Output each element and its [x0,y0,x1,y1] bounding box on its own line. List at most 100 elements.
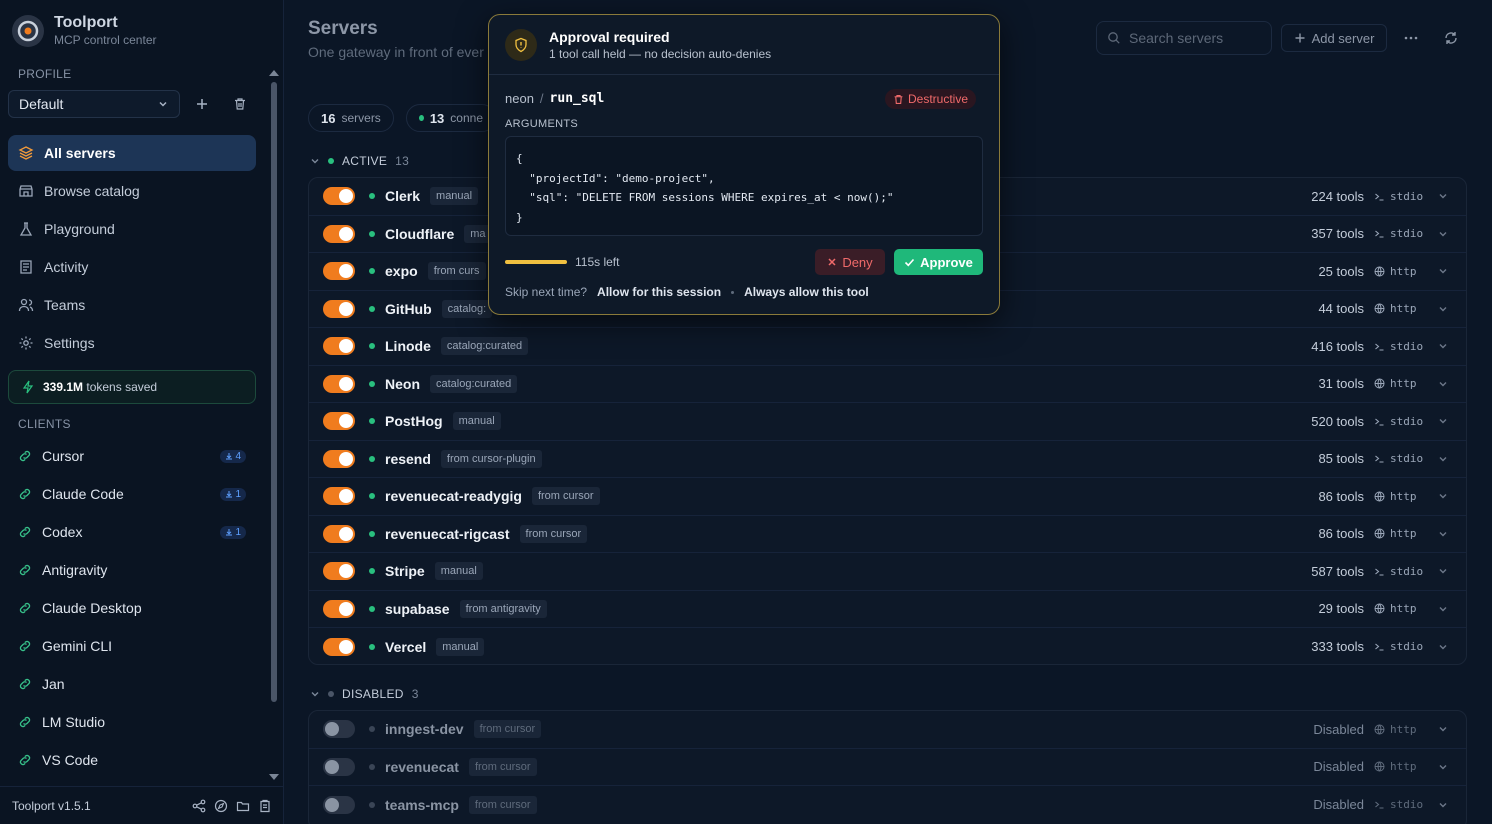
nav-item-playground[interactable]: Playground [8,211,256,247]
server-name[interactable]: Cloudflare [385,226,454,242]
folder-icon[interactable] [236,799,250,813]
server-toggle[interactable] [323,524,355,543]
server-toggle[interactable] [323,487,355,506]
server-toggle[interactable] [323,757,355,776]
nav-item-browse-catalog[interactable]: Browse catalog [8,173,256,209]
sidebar-scrollbar[interactable] [268,68,280,786]
server-name[interactable]: Linode [385,338,431,354]
transport-badge: stdio [1374,452,1426,465]
chevron-down-icon[interactable] [1436,265,1450,277]
terminal-icon [1375,343,1384,351]
chevron-down-icon[interactable] [1436,228,1450,240]
server-name[interactable]: teams-mcp [385,797,459,813]
chevron-down-icon[interactable] [1436,340,1450,352]
server-name[interactable]: Stripe [385,563,425,579]
chevron-down-icon[interactable] [1436,799,1450,811]
server-name[interactable]: revenuecat-readygig [385,488,522,504]
search-input[interactable]: Search servers [1096,21,1272,55]
chevron-down-icon[interactable] [1436,641,1450,653]
server-name[interactable]: revenuecat [385,759,459,775]
client-item-lm-studio[interactable]: LM Studio [8,703,256,741]
chevron-down-icon[interactable] [1436,453,1450,465]
active-group-header[interactable]: ACTIVE 13 [310,154,409,168]
approve-button[interactable]: Approve [894,249,983,275]
client-item-codex[interactable]: Codex 1 [8,513,256,551]
server-name[interactable]: revenuecat-rigcast [385,526,510,542]
server-toggle[interactable] [323,720,355,739]
server-name[interactable]: Clerk [385,188,420,204]
nav-label: Playground [44,221,115,237]
profile-select[interactable]: Default [8,90,180,118]
server-name[interactable]: Vercel [385,639,426,655]
chevron-down-icon[interactable] [1436,303,1450,315]
server-toggle[interactable] [323,374,355,393]
server-toggle[interactable] [323,795,355,814]
delete-profile-button[interactable] [229,93,251,115]
server-name[interactable]: resend [385,451,431,467]
server-name[interactable]: PostHog [385,413,443,429]
always-allow-link[interactable]: Always allow this tool [744,285,869,299]
client-item-gemini-cli[interactable]: Gemini CLI [8,627,256,665]
brand[interactable]: Toolport MCP control center [12,14,157,48]
deny-button[interactable]: Deny [815,249,885,275]
scroll-up-icon[interactable] [269,70,279,76]
chevron-down-icon[interactable] [1436,190,1450,202]
clients-label: CLIENTS [18,417,71,431]
more-options-button[interactable] [1402,30,1420,46]
server-toggle[interactable] [323,224,355,243]
server-name[interactable]: Neon [385,376,420,392]
server-toggle[interactable] [323,299,355,318]
scrollbar-thumb[interactable] [271,82,277,702]
compass-icon[interactable] [214,799,228,813]
chevron-down-icon[interactable] [1436,723,1450,735]
separator-dot [731,290,735,294]
share-icon[interactable] [192,799,206,813]
server-toggle[interactable] [323,637,355,656]
nav-item-activity[interactable]: Activity [8,249,256,285]
server-name[interactable]: expo [385,263,418,279]
client-item-antigravity[interactable]: Antigravity [8,551,256,589]
profile-value: Default [19,96,64,112]
tool-count: Disabled [1313,721,1364,737]
chevron-down-icon[interactable] [1436,603,1450,615]
server-toggle[interactable] [323,562,355,581]
chevron-down-icon[interactable] [1436,490,1450,502]
server-name[interactable]: inngest-dev [385,721,464,737]
refresh-button[interactable] [1442,29,1460,47]
server-toggle[interactable] [323,412,355,431]
server-meta: 86 tools http [1318,526,1450,541]
source-tag: from cursor [519,524,588,543]
transport-label: stdio [1390,414,1424,428]
client-name: VS Code [42,752,99,768]
nav-item-teams[interactable]: Teams [8,287,256,323]
client-item-jan[interactable]: Jan [8,665,256,703]
chevron-down-icon[interactable] [1436,378,1450,390]
clipboard-icon[interactable] [258,799,272,813]
server-toggle[interactable] [323,187,355,206]
server-toggle[interactable] [323,449,355,468]
server-toggle[interactable] [323,337,355,356]
globe-icon [1374,528,1385,539]
chevron-down-icon[interactable] [1436,415,1450,427]
scroll-down-icon[interactable] [269,774,279,780]
nav-item-settings[interactable]: Settings [8,325,256,361]
server-name[interactable]: GitHub [385,301,432,317]
client-item-vs-code[interactable]: VS Code [8,741,256,779]
chevron-down-icon[interactable] [1436,565,1450,577]
chevron-down-icon[interactable] [1436,761,1450,773]
tool-path: neon / run_sql [505,91,604,106]
disabled-group-header[interactable]: DISABLED 3 [310,687,419,701]
add-server-button[interactable]: Add server [1281,24,1387,52]
client-item-claude-code[interactable]: Claude Code 1 [8,475,256,513]
allow-session-link[interactable]: Allow for this session [597,285,721,299]
connected-count-pill: 13 conne [406,104,496,132]
server-toggle[interactable] [323,262,355,281]
modal-subtitle: 1 tool call held — no decision auto-deni… [549,46,772,61]
client-item-claude-desktop[interactable]: Claude Desktop [8,589,256,627]
add-profile-button[interactable] [191,93,213,115]
nav-item-all-servers[interactable]: All servers [8,135,256,171]
server-name[interactable]: supabase [385,601,450,617]
chevron-down-icon[interactable] [1436,528,1450,540]
server-toggle[interactable] [323,599,355,618]
client-item-cursor[interactable]: Cursor 4 [8,437,256,475]
